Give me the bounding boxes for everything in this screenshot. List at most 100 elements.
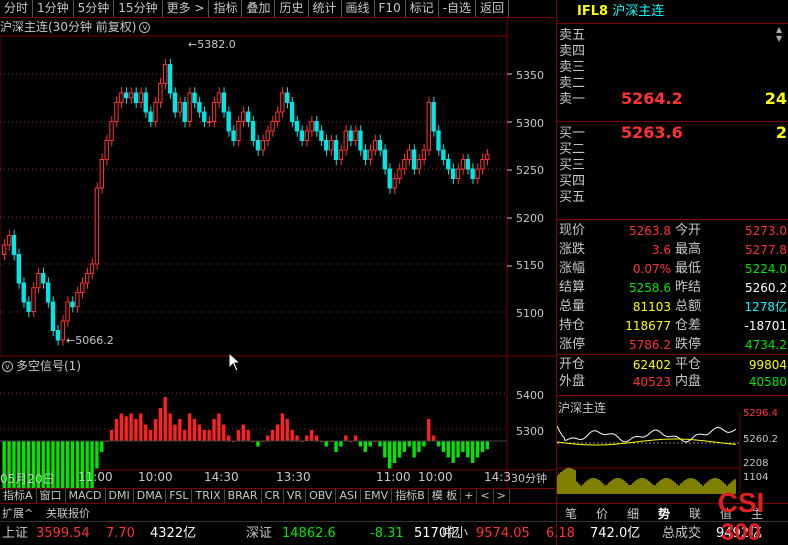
candle-body bbox=[270, 121, 275, 132]
stat-value: 5273.0 bbox=[745, 224, 787, 238]
stat-value: 5263.8 bbox=[629, 224, 671, 238]
signal-bar bbox=[163, 397, 167, 441]
svg-text:CSI: CSI bbox=[718, 487, 765, 518]
candle-body bbox=[133, 92, 139, 103]
candle-body bbox=[119, 92, 124, 103]
mini-axis-label: 1104 bbox=[743, 472, 768, 483]
stat-label: 仓差 bbox=[675, 318, 702, 333]
candle-body bbox=[289, 102, 295, 122]
bid-row[interactable]: 买五 bbox=[557, 190, 788, 206]
stat-value: 99804 bbox=[748, 358, 787, 372]
stat-value: 5260.2 bbox=[745, 281, 787, 295]
stat-label: 最高 bbox=[675, 242, 702, 257]
indicator-tab-10[interactable]: OBV bbox=[306, 489, 337, 503]
candle-body bbox=[70, 301, 75, 308]
period-label[interactable]: 30分钟 bbox=[511, 470, 547, 486]
stat-label: 开仓 bbox=[559, 357, 586, 372]
candle-body bbox=[216, 92, 222, 103]
indicator-tab-7[interactable]: BRAR bbox=[225, 489, 262, 503]
signal-bar bbox=[441, 441, 446, 452]
candle-body bbox=[475, 168, 480, 179]
candle-body bbox=[104, 140, 109, 160]
indicator-tab-2[interactable]: MACD bbox=[66, 489, 106, 503]
indicator-tab-14[interactable]: 模 板 bbox=[429, 489, 462, 503]
indicator-tab-15[interactable]: + bbox=[461, 489, 478, 503]
divider bbox=[557, 354, 788, 355]
indicator-tab-8[interactable]: CR bbox=[262, 489, 284, 503]
signal-bar bbox=[466, 441, 470, 458]
candle-body bbox=[26, 301, 31, 312]
sub-tab-1[interactable]: 关联报价 bbox=[46, 505, 90, 521]
side-tab[interactable]: 价 bbox=[596, 505, 608, 522]
bid-label: 买二 bbox=[559, 142, 586, 157]
indicator-tab-0[interactable]: 指标A bbox=[0, 489, 37, 503]
candle-body bbox=[84, 273, 90, 284]
signal-bar bbox=[344, 435, 348, 441]
ask-label: 卖五 bbox=[559, 28, 586, 43]
bid-row[interactable]: 买四 bbox=[557, 174, 788, 190]
indicator-tab-13[interactable]: 指标B bbox=[392, 489, 429, 503]
candle-body bbox=[55, 330, 61, 341]
candle-body bbox=[2, 244, 7, 255]
signal-bar bbox=[192, 419, 197, 441]
indicator-tab-9[interactable]: VR bbox=[284, 489, 307, 503]
candle-body bbox=[368, 149, 373, 160]
signal-bar bbox=[246, 430, 250, 441]
ask-label: 卖一 bbox=[559, 92, 586, 107]
indicator-tab-17[interactable]: > bbox=[494, 489, 510, 503]
stat-label: 最低 bbox=[675, 261, 702, 276]
stat-label: 平仓 bbox=[675, 357, 702, 372]
index-label[interactable]: 深证 bbox=[246, 522, 272, 545]
ask-row[interactable]: 卖三 bbox=[557, 60, 788, 76]
side-tab[interactable]: 势 bbox=[658, 505, 670, 522]
ask-row[interactable]: 卖一 5264.2 24 bbox=[557, 91, 788, 108]
stat-label: 结算 bbox=[559, 280, 586, 295]
candle-body bbox=[411, 149, 417, 170]
index-label[interactable]: 上证 bbox=[2, 522, 28, 545]
index-status-bar: 上证 3599.54 7.70 4322亿 深证 14862.6 -8.31 5170亿 中小 9… bbox=[0, 521, 788, 545]
signal-bar bbox=[275, 424, 280, 441]
ask-label: 卖四 bbox=[559, 44, 586, 59]
side-tab[interactable]: 笔 bbox=[565, 505, 577, 522]
signal-bar bbox=[266, 435, 270, 441]
ask-row[interactable]: 卖四 bbox=[557, 44, 788, 60]
stat-value: 1278亿 bbox=[744, 300, 787, 314]
candle-body bbox=[470, 168, 475, 179]
signal-bar bbox=[456, 441, 460, 458]
candlestick-chart[interactable] bbox=[0, 0, 556, 503]
sub-tab-0[interactable]: 扩展^ bbox=[2, 505, 33, 521]
indicator-tab-1[interactable]: 窗口 bbox=[37, 489, 66, 503]
side-tab[interactable]: 细 bbox=[627, 505, 639, 522]
mini-chart[interactable]: 沪深主连 5296.4 5260.2 2208 1104 bbox=[557, 398, 788, 496]
indicator-tab-3[interactable]: DMI bbox=[106, 489, 134, 503]
indicator-tab-11[interactable]: ASI bbox=[336, 489, 362, 503]
candle-body bbox=[382, 149, 388, 170]
index-label[interactable]: 中小 bbox=[442, 522, 468, 545]
signal-bar bbox=[139, 413, 143, 441]
candle-body bbox=[358, 130, 363, 151]
candle-body bbox=[363, 149, 368, 160]
candle-body bbox=[202, 111, 207, 122]
signal-bar bbox=[148, 430, 153, 441]
bid-volume: 2 bbox=[775, 123, 787, 142]
bid-label: 买一 bbox=[559, 126, 586, 141]
indicator-tab-4[interactable]: DMA bbox=[134, 489, 167, 503]
stat-row: 涨幅 0.07% 最低 5224.0 bbox=[557, 261, 788, 277]
indicator-tab-12[interactable]: EMV bbox=[361, 489, 393, 503]
chevron-down-icon[interactable]: v bbox=[2, 361, 13, 372]
indicator-tab-5[interactable]: FSL bbox=[166, 489, 193, 503]
bid-row[interactable]: 买一 5263.6 2 bbox=[557, 123, 788, 142]
candle-body bbox=[485, 154, 490, 160]
indicator-tab-16[interactable]: < bbox=[477, 489, 494, 503]
main-chart-frame bbox=[0, 35, 508, 357]
candle-body bbox=[124, 92, 129, 99]
bid-row[interactable]: 买三 bbox=[557, 158, 788, 174]
candle-body bbox=[407, 149, 412, 160]
indicator-tab-6[interactable]: TRIX bbox=[192, 489, 225, 503]
bid-row[interactable]: 买二 bbox=[557, 142, 788, 158]
bid-label: 买三 bbox=[559, 158, 586, 173]
signal-bar bbox=[388, 441, 392, 469]
ask-row[interactable]: 卖五 bbox=[557, 28, 788, 44]
signal-bar bbox=[207, 430, 211, 441]
signal-bar bbox=[392, 441, 397, 463]
